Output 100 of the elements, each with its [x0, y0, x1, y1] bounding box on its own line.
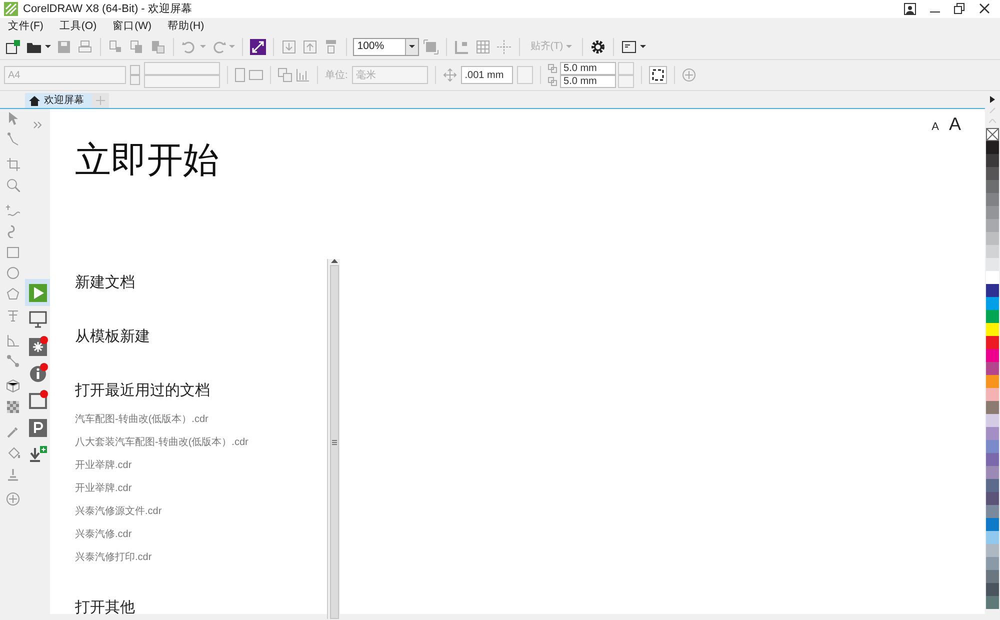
- color-swatch[interactable]: [986, 414, 999, 427]
- color-swatch[interactable]: [986, 596, 999, 609]
- decrease-font-button[interactable]: A: [932, 122, 939, 133]
- settings-icon: [590, 38, 606, 54]
- transparency-tool-icon: [6, 400, 20, 414]
- caret-icon: [640, 45, 646, 48]
- grid-icon: [475, 38, 492, 54]
- grip-icon: [332, 440, 336, 445]
- parking-icon: [28, 418, 46, 436]
- expand-panel-icon: [32, 121, 42, 130]
- units-label: 单位:: [325, 68, 348, 82]
- polygon-tool-icon: [6, 287, 20, 301]
- color-swatch[interactable]: [986, 349, 999, 362]
- landscape-icon: [249, 70, 263, 80]
- color-swatch[interactable]: [986, 479, 999, 492]
- duplicate-spinner[interactable]: [618, 75, 634, 88]
- download-icon: [28, 446, 46, 464]
- color-swatch[interactable]: [986, 336, 999, 349]
- color-swatch[interactable]: [986, 258, 999, 271]
- section-link[interactable]: 打开其他: [75, 598, 327, 618]
- color-swatch[interactable]: [986, 570, 999, 583]
- menu-item[interactable]: 工具(O): [51, 19, 105, 33]
- increase-font-button[interactable]: A: [948, 115, 961, 133]
- frame-icon: [28, 392, 46, 410]
- window-layout-icon: [620, 38, 637, 54]
- color-swatch[interactable]: [986, 193, 999, 206]
- rulers-icon: [454, 38, 470, 54]
- width-field[interactable]: [144, 62, 220, 75]
- freehand-pick-tool-icon: [6, 132, 20, 146]
- color-swatch[interactable]: [986, 323, 999, 336]
- color-swatch[interactable]: [986, 544, 999, 557]
- duplicate-spinner[interactable]: [618, 62, 634, 75]
- menu-item[interactable]: 窗口(W): [104, 19, 160, 33]
- color-swatch[interactable]: [986, 505, 999, 518]
- zoom-level-field[interactable]: 100%: [353, 38, 420, 56]
- home-icon: [29, 96, 40, 106]
- color-swatch[interactable]: [986, 167, 999, 180]
- recent-file-link[interactable]: 兴泰汽修打印.cdr: [75, 552, 152, 564]
- import-icon: [281, 38, 298, 54]
- color-swatch[interactable]: [986, 466, 999, 479]
- new-document-button[interactable]: [4, 38, 22, 56]
- portrait-icon: [235, 68, 245, 82]
- scrollbar[interactable]: [327, 259, 340, 620]
- full-screen-icon: [423, 38, 440, 54]
- color-swatch[interactable]: [986, 154, 999, 167]
- height-field[interactable]: [144, 75, 220, 88]
- caret-icon: [200, 45, 206, 48]
- color-swatch[interactable]: [986, 206, 999, 219]
- color-swatch[interactable]: [986, 453, 999, 466]
- color-swatch[interactable]: [986, 297, 999, 310]
- caret-icon: [44, 45, 51, 48]
- color-swatch[interactable]: [986, 245, 999, 258]
- color-swatch[interactable]: [986, 492, 999, 505]
- side-panel-tab[interactable]: [25, 279, 50, 306]
- color-swatch[interactable]: [986, 180, 999, 193]
- duplicate-distance-field[interactable]: 5.0 mm: [560, 62, 616, 75]
- color-swatch[interactable]: [986, 232, 999, 245]
- color-swatch[interactable]: [986, 310, 999, 323]
- color-swatch[interactable]: [986, 219, 999, 232]
- print-icon: [76, 38, 93, 54]
- color-swatch[interactable]: [986, 271, 999, 284]
- duplicate-y-icon: [548, 77, 557, 86]
- recent-file-link[interactable]: 兴泰汽修.cdr: [75, 529, 132, 540]
- recent-file-link[interactable]: 开业举牌.cdr: [75, 460, 132, 472]
- color-swatch[interactable]: [986, 583, 999, 596]
- zoom-tool-icon: [6, 178, 20, 192]
- color-swatch[interactable]: [986, 141, 999, 154]
- recent-file-link[interactable]: 八大套装汽车配图-转曲改(低版本）.cdr: [75, 437, 248, 448]
- launcher-button[interactable]: [249, 38, 268, 56]
- palette-up-icon: [989, 119, 996, 123]
- menu-item[interactable]: 帮助(H): [160, 19, 212, 33]
- color-swatch[interactable]: [986, 531, 999, 544]
- welcome-tab[interactable]: 欢迎屏幕: [25, 93, 92, 108]
- add-icon: [682, 68, 696, 82]
- color-swatch[interactable]: [986, 388, 999, 401]
- color-swatch[interactable]: [986, 401, 999, 414]
- section-link[interactable]: 打开最近用过的文档: [75, 381, 327, 402]
- color-swatch[interactable]: [986, 375, 999, 388]
- recent-file-link[interactable]: 汽车配图-转曲改(低版本）.cdr: [75, 414, 208, 426]
- settings-button[interactable]: [588, 38, 607, 56]
- color-swatch[interactable]: [986, 427, 999, 440]
- section-link[interactable]: 新建文档: [75, 273, 327, 294]
- palette-pen-icon: [989, 107, 996, 114]
- color-swatch[interactable]: [986, 518, 999, 531]
- section-link[interactable]: 从模板新建: [75, 327, 327, 348]
- color-swatch[interactable]: [986, 440, 999, 453]
- eyedropper-tool-icon: [6, 425, 20, 439]
- cut-icon: [108, 38, 124, 54]
- nudge-spinner[interactable]: [516, 66, 533, 84]
- color-swatch[interactable]: [986, 557, 999, 570]
- menu-item[interactable]: 文件(F): [0, 19, 52, 33]
- color-swatch[interactable]: [986, 284, 999, 297]
- launcher-icon: [250, 38, 266, 54]
- recent-file-link[interactable]: 兴泰汽修源文件.cdr: [75, 506, 162, 518]
- sparkle-icon: [28, 338, 46, 356]
- recent-file-link[interactable]: 开业举牌.cdr: [75, 483, 132, 494]
- nudge-distance-field[interactable]: .001 mm: [460, 66, 513, 84]
- new-document-icon: [5, 38, 21, 54]
- duplicate-distance-field[interactable]: 5.0 mm: [560, 75, 616, 88]
- color-swatch[interactable]: [986, 362, 999, 375]
